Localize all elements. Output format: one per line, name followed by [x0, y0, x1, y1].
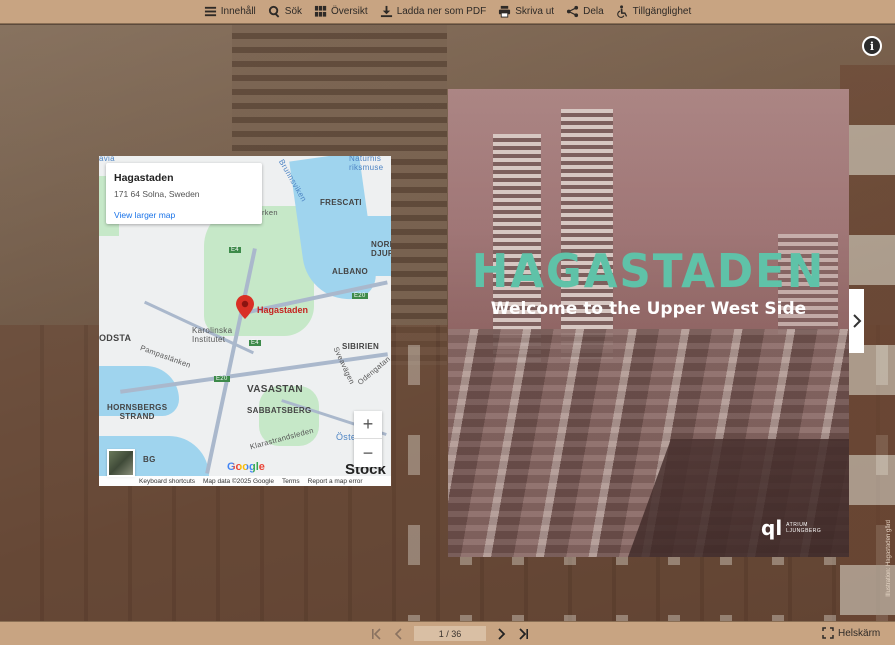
logo-text: ATRIUM LJUNGBERG	[786, 522, 822, 534]
chevron-right-icon	[498, 627, 506, 640]
atrium-ljungberg-logo: ql ATRIUM LJUNGBERG	[761, 516, 821, 540]
menu-icon	[204, 6, 216, 17]
map-label-e4: E4	[249, 340, 261, 346]
keyboard-shortcuts-link[interactable]: Keyboard shortcuts	[139, 478, 195, 485]
place-info-card: Hagastaden 171 64 Solna, Sweden View lar…	[106, 163, 262, 224]
page-number-input[interactable]	[414, 626, 486, 641]
map-label-arken: rken	[262, 208, 278, 217]
map-label-e20: E20	[214, 376, 230, 382]
terms-link[interactable]: Terms	[282, 478, 300, 485]
chevron-left-icon	[394, 627, 402, 640]
pagination	[370, 626, 530, 641]
overview-label: Översikt	[331, 6, 368, 17]
map-label-e4: E4	[229, 247, 241, 253]
google-logo-text: Google	[227, 461, 265, 473]
map-data-text: Map data ©2025 Google	[203, 477, 274, 485]
search-label: Sök	[284, 6, 303, 17]
map-label-avia: avia	[99, 156, 115, 163]
fullscreen-icon	[822, 627, 834, 639]
logo-mark: ql	[761, 516, 783, 540]
google-map-embed[interactable]: avia Naturhis riksmuse rken Brunnsviken …	[99, 156, 391, 486]
next-page-button[interactable]	[849, 289, 864, 353]
view-larger-map-link[interactable]: View larger map	[114, 210, 254, 220]
map-label-frescati: FRESCATI	[320, 198, 362, 207]
overview-button[interactable]: Översikt	[308, 5, 374, 18]
pin-label: Hagastaden	[257, 305, 309, 315]
next-page-bottom-button[interactable]	[494, 627, 508, 641]
print-label: Skriva ut	[515, 6, 555, 17]
first-page-icon	[372, 627, 381, 640]
last-page-icon	[519, 627, 528, 640]
map-label-sabbatsberg: SABBATSBERG	[247, 406, 312, 415]
cover-subtitle: Welcome to the Upper West Side	[490, 299, 807, 319]
fullscreen-label: Helskärm	[838, 627, 881, 639]
map-label-e20: E20	[352, 293, 368, 299]
accessibility-button[interactable]: Tillgänglighet	[610, 5, 698, 18]
accessibility-label: Tillgänglighet	[632, 6, 692, 17]
map-label-sveavagen: Sveavägen	[331, 345, 357, 386]
satellite-toggle[interactable]	[107, 449, 135, 477]
zoom-in-button[interactable]: +	[354, 411, 382, 439]
map-attribution-bar: Keyboard shortcuts Map data ©2025 Google…	[99, 476, 391, 486]
share-button[interactable]: Dela	[560, 5, 610, 18]
share-icon	[567, 5, 579, 18]
map-label-norra-djurg: NORRA DJURG	[371, 240, 391, 258]
map-label-sibirien: SIBIRIEN	[342, 342, 380, 351]
bottom-toolbar: Helskärm	[0, 621, 895, 645]
search-button[interactable]: Sök	[262, 5, 308, 18]
share-label: Dela	[583, 6, 604, 17]
map-label-bg: BG	[143, 455, 156, 464]
info-icon: i	[869, 39, 875, 53]
brochure-cover-page: HAGASTADEN Welcome to the Upper West Sid…	[448, 89, 849, 557]
place-address: 171 64 Solna, Sweden	[114, 189, 200, 199]
place-title: Hagastaden	[114, 172, 174, 184]
download-pdf-button[interactable]: Ladda ner som PDF	[374, 5, 493, 18]
info-button[interactable]: i	[862, 36, 882, 56]
grid-icon	[314, 5, 327, 17]
location-pin-icon[interactable]	[236, 295, 254, 319]
side-credit: Illustration: Hagastaden gård	[886, 520, 892, 597]
last-page-button[interactable]	[516, 627, 530, 641]
chevron-right-icon	[852, 314, 861, 328]
contents-button[interactable]: Innehåll	[198, 5, 262, 18]
report-map-error-link[interactable]: Report a map error	[308, 478, 363, 485]
map-label-naturhistoriska: Naturhis riksmuse	[349, 156, 384, 172]
download-pdf-label: Ladda ner som PDF	[396, 6, 487, 17]
map-label-hornsbergs: HORNSBERGS STRAND	[107, 403, 168, 421]
google-logo: Google	[227, 461, 265, 473]
zoom-out-button[interactable]: −	[354, 439, 382, 467]
fullscreen-button[interactable]: Helskärm	[822, 627, 880, 639]
map-label-vasastan: VASASTAN	[247, 384, 303, 395]
print-icon	[499, 5, 511, 18]
map-label-karolinska: Karolinska Institutet	[192, 326, 233, 344]
accessibility-icon	[616, 5, 627, 18]
map-label-albano: ALBANO	[332, 267, 369, 276]
first-page-button[interactable]	[370, 627, 384, 641]
map-label-odsta: ODSTA	[99, 333, 132, 343]
cover-tower	[561, 109, 613, 359]
previous-page-button[interactable]	[392, 627, 406, 641]
top-toolbar: Innehåll Sök Översikt Ladda ner som PDF …	[0, 0, 895, 24]
print-button[interactable]: Skriva ut	[492, 5, 560, 18]
search-icon	[268, 5, 280, 18]
contents-label: Innehåll	[220, 6, 256, 17]
download-icon	[380, 5, 392, 18]
cover-title: HAGASTADEN	[471, 244, 826, 298]
zoom-controls: + −	[354, 411, 382, 467]
